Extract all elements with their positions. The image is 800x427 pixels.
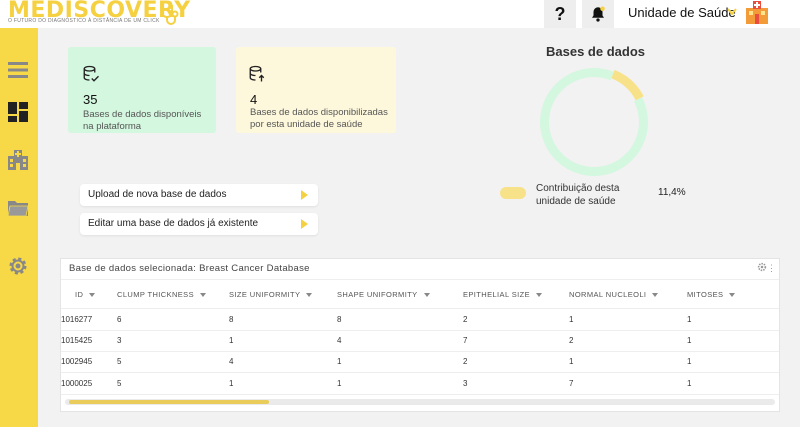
card-label: Bases de dados disponibilizadas por esta… xyxy=(250,107,388,130)
column-header[interactable]: EPITHELIAL SIZE xyxy=(463,290,542,299)
help-icon: ? xyxy=(554,3,566,24)
sort-arrow-icon[interactable] xyxy=(652,293,659,298)
table-cell: 1 xyxy=(229,336,234,345)
column-header[interactable]: ID xyxy=(75,290,96,299)
action-label: Editar uma base de dados já existente xyxy=(88,218,259,229)
sidebar xyxy=(0,28,38,427)
sort-arrow-icon[interactable] xyxy=(89,293,96,298)
table-title: Base de dados selecionada: Breast Cancer… xyxy=(69,263,310,274)
table-cell: 1 xyxy=(337,357,342,366)
table-cell: 1002945 xyxy=(61,357,93,366)
table-row[interactable]: 1002945 5 4 1 2 1 1 xyxy=(61,351,779,373)
table-cell: 1 xyxy=(229,379,234,388)
table-cell: 7 xyxy=(569,379,574,388)
table-cell: 2 xyxy=(463,315,468,324)
action-label: Upload de nova base de dados xyxy=(88,189,227,200)
edit-database-button[interactable]: Editar uma base de dados já existente xyxy=(80,213,318,235)
column-header[interactable]: NORMAL NUCLEOLI xyxy=(569,290,659,299)
table-cell: 1000025 xyxy=(61,379,93,388)
donut-slice-unit[interactable] xyxy=(611,69,644,101)
database-upload-icon xyxy=(249,65,265,82)
sort-arrow-icon[interactable] xyxy=(306,293,313,298)
legend-swatch xyxy=(500,187,526,199)
table-cell: 2 xyxy=(463,357,468,366)
table-cell: 3 xyxy=(463,379,468,388)
table-cell: 1 xyxy=(337,379,342,388)
settings-gear-icon[interactable] xyxy=(6,254,30,278)
bell-icon xyxy=(592,6,605,22)
table-cell: 5 xyxy=(117,357,122,366)
card-available-databases: 35 Bases de dados disponíveis na platafo… xyxy=(68,47,216,133)
sort-arrow-icon[interactable] xyxy=(200,293,206,298)
card-label: Bases de dados disponíveis na plataforma xyxy=(83,109,202,132)
legend-value: 11,4% xyxy=(658,187,686,198)
table-cell: 1015425 xyxy=(61,336,93,345)
table-cell: 5 xyxy=(117,379,122,388)
notifications-button[interactable] xyxy=(582,0,614,28)
more-options-icon[interactable]: ⋮ xyxy=(767,263,776,274)
unit-selector[interactable]: Unidade de Saúde xyxy=(628,5,736,20)
column-header-label: NORMAL NUCLEOLI xyxy=(569,290,647,299)
table-cell: 8 xyxy=(229,315,234,324)
sort-arrow-icon[interactable] xyxy=(729,293,736,298)
column-header-label: SHAPE UNIFORMITY xyxy=(337,290,418,299)
column-header-label: CLUMP THICKNESS xyxy=(117,290,194,299)
top-bar: MEDISCOVERY O FUTURO DO DIAGNÓSTICO À DI… xyxy=(0,0,800,28)
legend-label: Contribuição desta unidade de saúde xyxy=(536,183,620,207)
health-unit-logo-icon xyxy=(746,1,768,24)
sort-arrow-icon[interactable] xyxy=(536,293,542,298)
card-count: 4 xyxy=(250,92,258,107)
table-cell: 1 xyxy=(687,379,692,388)
column-header[interactable]: SIZE UNIFORMITY xyxy=(229,290,313,299)
scrollbar-thumb[interactable] xyxy=(69,400,269,404)
logo-tagline: O FUTURO DO DIAGNÓSTICO À DISTÂNCIA DE U… xyxy=(8,18,160,24)
column-header[interactable]: CLUMP THICKNESS xyxy=(117,290,206,299)
table-row[interactable]: 1000025 5 1 1 3 7 1 xyxy=(61,373,779,395)
table-cell: 1016277 xyxy=(61,315,93,324)
card-unit-databases: 4 Bases de dados disponibilizadas por es… xyxy=(236,47,396,133)
column-header-label: EPITHELIAL SIZE xyxy=(463,290,530,299)
selected-database-table: Base de dados selecionada: Breast Cancer… xyxy=(60,258,780,412)
donut-chart xyxy=(540,67,648,176)
folder-icon[interactable] xyxy=(6,196,30,220)
table-cell: 1 xyxy=(687,357,692,366)
column-header-label: SIZE UNIFORMITY xyxy=(229,290,301,299)
upload-database-button[interactable]: Upload de nova base de dados xyxy=(80,184,318,206)
table-cell: 4 xyxy=(337,336,342,345)
dashboard-icon[interactable] xyxy=(6,100,30,124)
table-row[interactable]: 1015425 3 1 4 7 2 1 xyxy=(61,330,779,352)
help-button[interactable]: ? xyxy=(544,0,576,28)
table-cell: 3 xyxy=(117,336,122,345)
table-cell: 8 xyxy=(337,315,342,324)
play-arrow-icon xyxy=(301,190,308,200)
column-header-label: MITOSES xyxy=(687,290,724,299)
table-cell: 1 xyxy=(569,357,574,366)
column-header-label: ID xyxy=(75,290,84,299)
table-cell: 4 xyxy=(229,357,234,366)
table-cell: 1 xyxy=(687,315,692,324)
play-arrow-icon xyxy=(301,219,308,229)
card-count: 35 xyxy=(83,92,98,107)
stethoscope-icon xyxy=(161,5,179,25)
chart-title: Bases de dados xyxy=(546,44,645,59)
database-check-icon xyxy=(83,65,99,82)
table-settings-gear-icon[interactable] xyxy=(757,262,767,272)
table-cell: 6 xyxy=(117,315,122,324)
menu-icon[interactable] xyxy=(6,58,30,82)
column-header[interactable]: MITOSES xyxy=(687,290,736,299)
chevron-down-icon[interactable] xyxy=(726,6,738,18)
table-cell: 1 xyxy=(687,336,692,345)
column-header[interactable]: SHAPE UNIFORMITY xyxy=(337,290,430,299)
table-header: ID CLUMP THICKNESS SIZE UNIFORMITY SHAPE UN… xyxy=(61,279,779,309)
horizontal-scrollbar[interactable] xyxy=(65,399,775,405)
table-cell: 2 xyxy=(569,336,574,345)
hospital-icon[interactable] xyxy=(6,148,30,172)
table-cell: 1 xyxy=(569,315,574,324)
sort-arrow-icon[interactable] xyxy=(423,293,430,298)
table-row[interactable]: 1016277 6 8 8 2 1 1 xyxy=(61,309,779,331)
table-cell: 7 xyxy=(463,336,468,345)
